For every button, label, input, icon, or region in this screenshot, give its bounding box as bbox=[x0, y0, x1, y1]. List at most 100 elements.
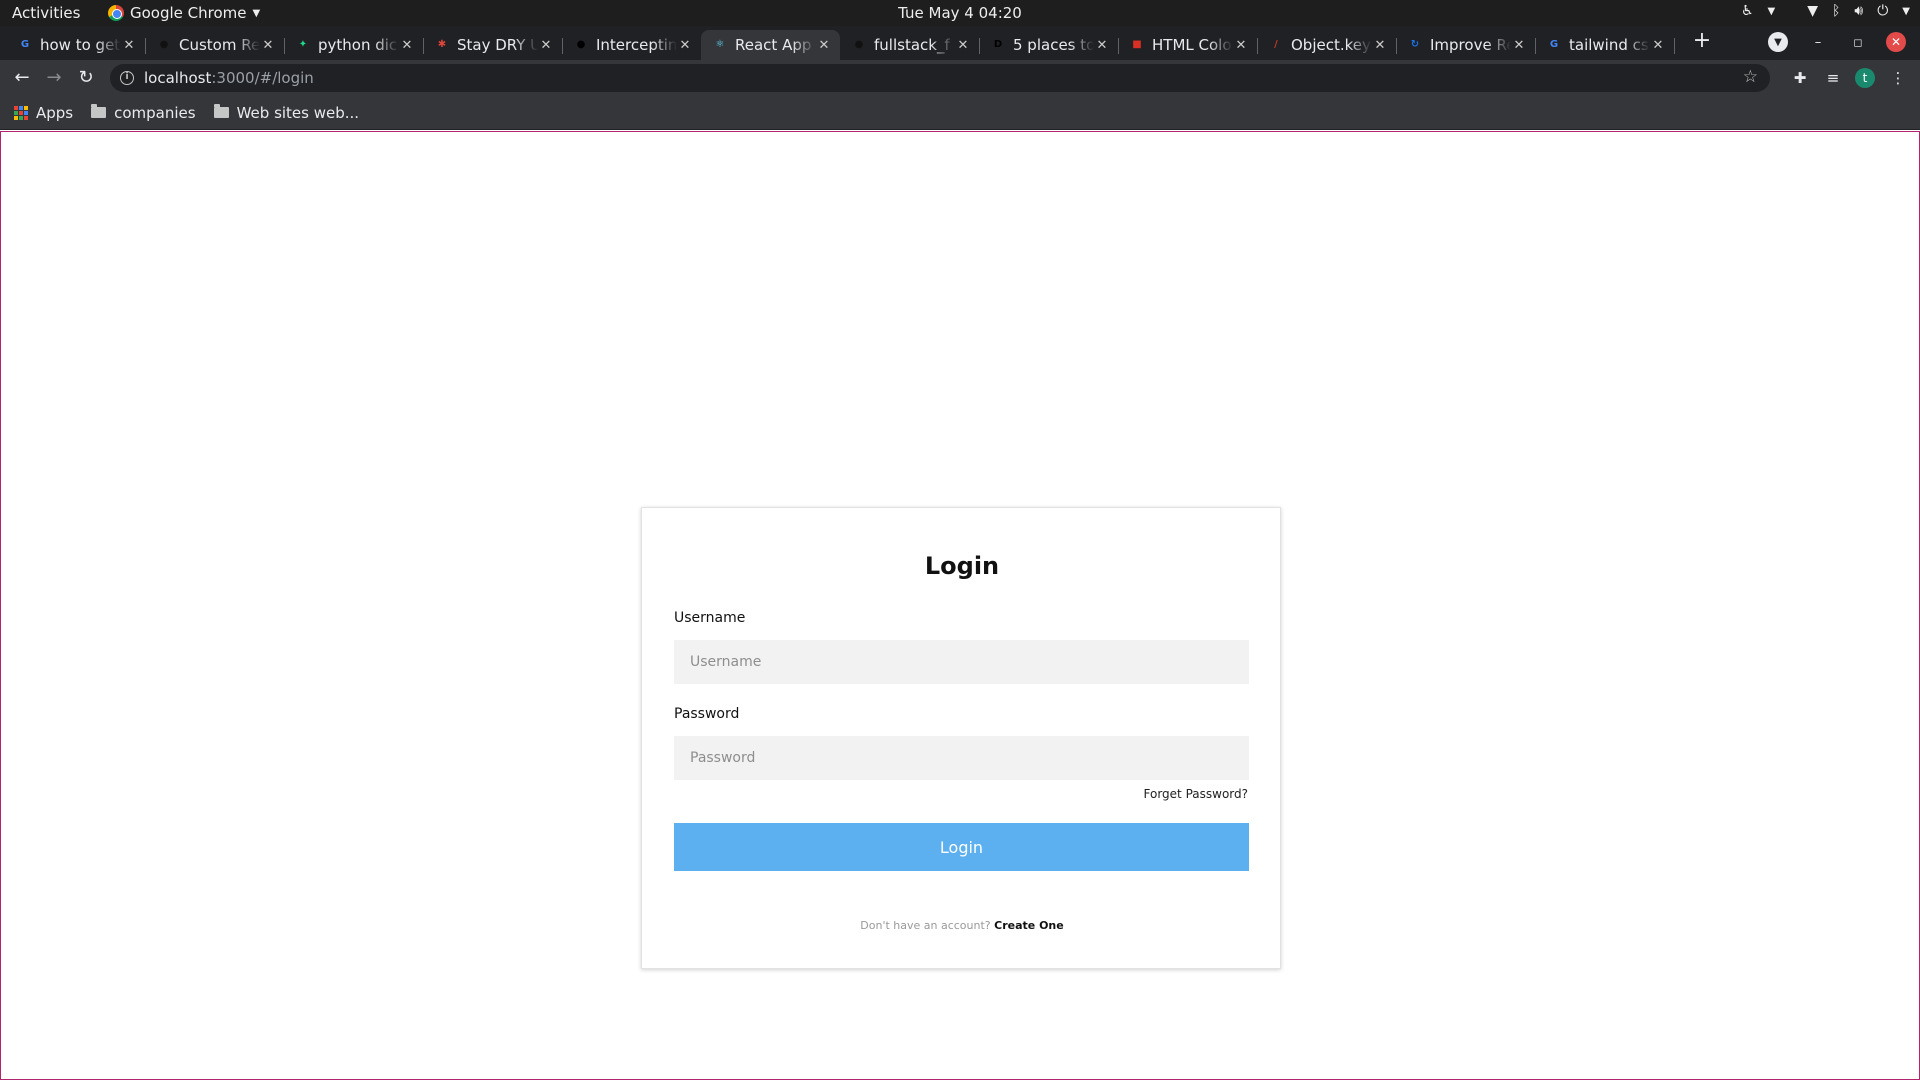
app-menu-label: Google Chrome bbox=[130, 4, 247, 22]
bluetooth-icon[interactable]: ᛒ bbox=[1832, 3, 1840, 19]
refresh-icon: ↻ bbox=[1410, 39, 1420, 50]
folder-icon bbox=[91, 104, 107, 118]
close-tab-icon[interactable]: ✕ bbox=[399, 38, 415, 53]
browser-tab[interactable]: Ghow to get ✕ bbox=[6, 30, 146, 60]
chrome-icon bbox=[108, 5, 124, 21]
wifi-icon[interactable]: ▼ bbox=[1807, 3, 1818, 19]
maximize-button[interactable]: ◻ bbox=[1848, 32, 1868, 52]
address-bar[interactable]: i localhost:3000/#/login ☆ bbox=[110, 64, 1770, 92]
tab-title: Interceptin bbox=[596, 36, 677, 54]
back-button[interactable]: ← bbox=[10, 66, 34, 90]
htmlcolor-icon: ■ bbox=[1132, 39, 1142, 50]
extensions-icon[interactable]: ✚ bbox=[1790, 68, 1810, 88]
react-icon: ⚛ bbox=[715, 39, 725, 50]
url-host: localhost bbox=[144, 69, 212, 87]
asterisk-icon: ✱ bbox=[437, 39, 447, 50]
bookmark-web-sites[interactable]: Web sites web... bbox=[213, 103, 360, 122]
medium-icon: ● bbox=[576, 39, 586, 50]
close-tab-icon[interactable]: ✕ bbox=[1233, 38, 1249, 53]
page-viewport: Login Username Password Forget Password?… bbox=[0, 131, 1920, 1080]
username-input[interactable] bbox=[674, 640, 1249, 684]
tab-title: 5 places to bbox=[1013, 36, 1094, 54]
apps-grid-icon bbox=[14, 105, 28, 120]
clock[interactable]: Tue May 4 04:20 bbox=[898, 4, 1022, 22]
tab-title: HTML Colo bbox=[1152, 36, 1232, 54]
tab-separator bbox=[1674, 38, 1675, 54]
chevron-down-icon[interactable]: ▼ bbox=[1768, 6, 1776, 17]
close-tab-icon[interactable]: ✕ bbox=[816, 38, 832, 53]
close-tab-icon[interactable]: ✕ bbox=[955, 38, 971, 53]
new-tab-button[interactable]: + bbox=[1690, 30, 1714, 54]
media-queue-icon[interactable]: ≡ bbox=[1823, 68, 1843, 88]
profile-avatar[interactable]: t bbox=[1855, 68, 1875, 88]
tab-title: React App bbox=[735, 36, 812, 54]
close-tab-icon[interactable]: ✕ bbox=[1511, 38, 1527, 53]
bookmark-label: companies bbox=[114, 103, 196, 122]
browser-tab[interactable]: ● Interceptin ✕ bbox=[562, 30, 702, 60]
close-tab-icon[interactable]: ✕ bbox=[538, 38, 554, 53]
accessibility-icon[interactable]: ♿ bbox=[1741, 3, 1754, 19]
os-top-bar: Activities Google Chrome ▼ Tue May 4 04:… bbox=[0, 0, 1920, 26]
chevron-down-icon[interactable]: ▼ bbox=[1902, 6, 1910, 17]
bookmark-star-icon[interactable]: ☆ bbox=[1743, 67, 1758, 87]
create-account-link[interactable]: Create One bbox=[994, 919, 1064, 932]
signup-prompt: Don't have an account? Create One bbox=[642, 919, 1282, 932]
pycharm-icon: ✦ bbox=[298, 39, 308, 50]
bookmark-label: Web sites web... bbox=[236, 103, 360, 122]
mdn-icon: / bbox=[1274, 39, 1278, 50]
close-tab-icon[interactable]: ✕ bbox=[260, 38, 276, 53]
close-window-button[interactable]: ✕ bbox=[1886, 32, 1906, 52]
login-card: Login Username Password Forget Password?… bbox=[641, 507, 1281, 969]
system-tray[interactable]: ♿ ▼ ▼ ᛒ 🔊︎ ⏻ ▼ bbox=[1741, 3, 1910, 19]
browser-tab[interactable]: ✦ python dic ✕ bbox=[284, 30, 424, 60]
browser-tab[interactable]: D 5 places to ✕ bbox=[979, 30, 1119, 60]
browser-tab[interactable]: Gtailwind cs ✕ bbox=[1535, 30, 1675, 60]
password-input[interactable] bbox=[674, 736, 1249, 780]
minimize-button[interactable]: – bbox=[1808, 32, 1828, 52]
browser-tab[interactable]: ↻ Improve Re ✕ bbox=[1396, 30, 1536, 60]
tab-search-button[interactable]: ▼ bbox=[1768, 32, 1788, 52]
bookmark-apps[interactable]: Apps bbox=[14, 104, 73, 122]
browser-tab[interactable]: / Object.key ✕ bbox=[1257, 30, 1397, 60]
tab-title: Improve Re bbox=[1430, 36, 1511, 54]
app-menu[interactable]: Google Chrome ▼ bbox=[108, 4, 260, 22]
power-icon[interactable]: ⏻ bbox=[1877, 3, 1888, 19]
bookmark-label: Apps bbox=[36, 103, 74, 122]
reload-button[interactable]: ↻ bbox=[74, 66, 98, 90]
no-account-text: Don't have an account? bbox=[860, 919, 991, 932]
close-tab-icon[interactable]: ✕ bbox=[1650, 38, 1666, 53]
tab-strip: Ghow to get ✕ ● Custom Re ✕ ✦ python dic ✕ ✱ Stay… bbox=[0, 26, 1920, 60]
forward-button[interactable]: → bbox=[42, 66, 66, 90]
tab-title: fullstack_f bbox=[874, 36, 950, 54]
forgot-password-link[interactable]: Forget Password? bbox=[1144, 787, 1248, 801]
close-tab-icon[interactable]: ✕ bbox=[1094, 38, 1110, 53]
tab-title: Custom Re bbox=[179, 36, 260, 54]
browser-tab[interactable]: ■ HTML Colo ✕ bbox=[1118, 30, 1258, 60]
browser-tab[interactable]: ● fullstack_f ✕ bbox=[840, 30, 980, 60]
github-icon: ● bbox=[159, 39, 169, 50]
volume-icon[interactable]: 🔊︎ bbox=[1854, 3, 1863, 19]
tab-title: Object.key bbox=[1291, 36, 1371, 54]
more-menu-icon[interactable]: ⋮ bbox=[1888, 68, 1908, 88]
folder-icon bbox=[213, 104, 229, 118]
close-tab-icon[interactable]: ✕ bbox=[677, 38, 693, 53]
bookmarks-bar: Apps companies Web sites web... bbox=[0, 96, 1920, 130]
login-button[interactable]: Login bbox=[674, 823, 1249, 871]
login-title: Login bbox=[924, 552, 1000, 580]
caret-down-icon: ▼ bbox=[252, 7, 261, 19]
browser-tab[interactable]: ● Custom Re ✕ bbox=[145, 30, 285, 60]
browser-tab[interactable]: ⚛ React App ✕ bbox=[701, 30, 840, 60]
github-icon: ● bbox=[854, 39, 864, 50]
activities-button[interactable]: Activities bbox=[12, 4, 80, 22]
tab-title: python dic bbox=[318, 36, 398, 54]
url-path: :3000/#/login bbox=[211, 69, 314, 87]
browser-tab[interactable]: ✱ Stay DRY U ✕ bbox=[423, 30, 563, 60]
site-info-icon[interactable]: i bbox=[120, 71, 134, 85]
close-tab-icon[interactable]: ✕ bbox=[121, 38, 137, 53]
bookmark-companies[interactable]: companies bbox=[91, 103, 196, 122]
close-tab-icon[interactable]: ✕ bbox=[1372, 38, 1388, 53]
dev-icon: D bbox=[993, 39, 1003, 50]
browser-toolbar: ← → ↻ i localhost:3000/#/login ☆ ✚ ≡ t ⋮ bbox=[0, 60, 1920, 96]
username-label: Username bbox=[674, 610, 746, 626]
google-icon: G bbox=[20, 39, 30, 50]
